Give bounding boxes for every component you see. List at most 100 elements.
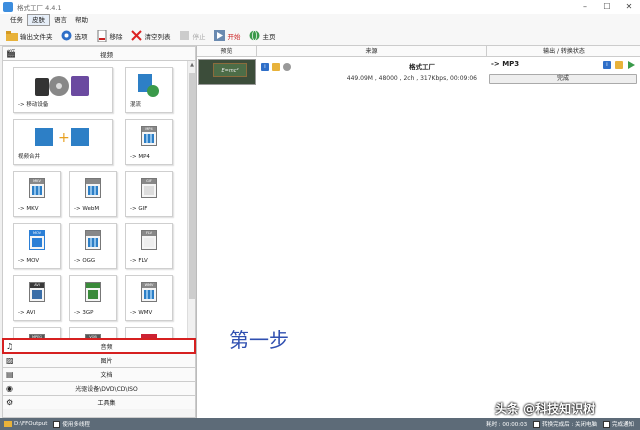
home-label: 主页	[262, 32, 276, 41]
tile-label: -> MP4	[130, 154, 150, 160]
tile-mkv[interactable]: MKV -> MKV	[13, 171, 61, 217]
tile-label: -> WebM	[74, 206, 100, 212]
webm-icon	[85, 178, 101, 198]
after-convert-checkbox[interactable]	[533, 420, 541, 428]
ogg-icon	[85, 230, 101, 250]
play-icon[interactable]	[627, 61, 635, 69]
folder-icon	[4, 421, 12, 427]
sidebar-scrollbar[interactable]: ▲ ▼	[187, 61, 195, 385]
mp4-icon: MP4	[141, 126, 157, 146]
output-path-label: D:\FFOutput	[14, 421, 48, 427]
category-document[interactable]: ▤ 文档	[3, 367, 195, 381]
menu-task[interactable]: 任务	[6, 14, 27, 26]
tile-avi[interactable]: AVI -> AVI	[13, 275, 61, 321]
category-list: ♫ 音频 ▨ 图片 ▤ 文档 ◉ 光驱设备\DVD\CD\ISO ⚙ 工具集	[2, 338, 196, 409]
task-list: 预览 来源 输出 / 转换状态 E=mc² i 格式工厂 449.09M , 4…	[196, 46, 640, 418]
output-folder-button[interactable]: 输出文件夹	[6, 30, 53, 42]
close-button[interactable]: ✕	[618, 0, 640, 14]
tile-mov[interactable]: MOV -> MOV	[13, 223, 61, 269]
mov-icon: MOV	[29, 230, 45, 250]
start-button[interactable]: 开始	[214, 30, 241, 42]
task-row[interactable]: E=mc² i 格式工厂 449.09M , 48000 , 2ch , 317…	[197, 57, 640, 89]
notify-label: 完成通知	[611, 422, 634, 428]
options-label: 选项	[74, 32, 88, 41]
category-audio[interactable]: ♫ 音频	[2, 338, 196, 354]
video-join-icon: +	[35, 126, 91, 148]
tile-wmv[interactable]: WMV -> WMV	[125, 275, 173, 321]
video-icon: 🎬	[6, 49, 16, 58]
category-image-label: 图片	[100, 358, 113, 365]
folder-icon	[6, 30, 18, 42]
category-video-label: 视频	[100, 50, 113, 59]
stop-button[interactable]: 停止	[179, 30, 206, 42]
tile-label: -> 移动设备	[18, 102, 49, 108]
status-bar: D:\FFOutput 使用多线程 耗时 : 00:00:03 转换完成后 : …	[0, 418, 640, 430]
mkv-icon: MKV	[29, 178, 45, 198]
tile-flv[interactable]: FLV -> FLV	[125, 223, 173, 269]
folder-icon[interactable]	[615, 61, 623, 69]
tile-mp4[interactable]: MP4 -> MP4	[125, 119, 173, 165]
tile-label: -> MOV	[18, 258, 40, 264]
after-convert-label: 转换完成后 : 关闭电脑	[542, 422, 597, 428]
tile-video-join[interactable]: + 视频合并	[13, 119, 113, 165]
folder-icon[interactable]	[272, 63, 280, 71]
notify-checkbox[interactable]	[602, 420, 610, 428]
clear-list-button[interactable]: 清空列表	[131, 30, 171, 42]
stop-label: 停止	[192, 32, 206, 41]
category-document-label: 文档	[100, 372, 113, 379]
options-button[interactable]: 选项	[61, 30, 88, 42]
menu-skin[interactable]: 皮肤	[27, 14, 50, 26]
minimize-button[interactable]: –	[574, 0, 596, 14]
title-bar: 格式工厂 4.4.1 – ☐ ✕	[0, 0, 640, 14]
menu-help[interactable]: 帮助	[71, 14, 92, 26]
multithread-checkbox[interactable]	[53, 420, 61, 428]
scroll-thumb[interactable]	[189, 73, 195, 299]
row-source-icons: i	[261, 63, 291, 71]
column-source[interactable]: 来源	[257, 46, 487, 56]
remove-button[interactable]: 移除	[96, 29, 123, 42]
window-controls: – ☐ ✕	[574, 0, 640, 14]
column-output[interactable]: 输出 / 转换状态	[487, 46, 640, 56]
tile-ogg[interactable]: -> OGG	[69, 223, 117, 269]
scroll-up-icon[interactable]: ▲	[188, 61, 196, 69]
tile-3gp[interactable]: -> 3GP	[69, 275, 117, 321]
output-folder-label: 输出文件夹	[20, 32, 53, 41]
tile-label: 混流	[130, 102, 142, 108]
category-tools[interactable]: ⚙ 工具集	[3, 395, 195, 409]
tile-mobile-device[interactable]: -> 移动设备	[13, 67, 113, 113]
multithread-toggle[interactable]: 使用多线程	[53, 420, 90, 428]
category-disc[interactable]: ◉ 光驱设备\DVD\CD\ISO	[3, 381, 195, 395]
conversion-status: 完成	[489, 74, 637, 84]
maximize-button[interactable]: ☐	[596, 0, 618, 14]
output-format: -> MP3	[491, 60, 520, 68]
info-icon[interactable]: i	[261, 63, 269, 71]
globe-icon	[249, 30, 261, 42]
tile-label: -> OGG	[74, 258, 96, 264]
app-icon	[3, 2, 13, 12]
tile-label: -> GIF	[130, 206, 148, 212]
mobile-device-icon	[35, 74, 91, 98]
category-image[interactable]: ▨ 图片	[3, 353, 195, 367]
tile-label: -> FLV	[130, 258, 148, 264]
tile-gif[interactable]: GIF -> GIF	[125, 171, 173, 217]
stop-icon	[179, 30, 191, 42]
gear-icon[interactable]	[283, 63, 291, 71]
home-button[interactable]: 主页	[249, 30, 276, 42]
step-annotation: 第一步	[229, 328, 289, 352]
menu-language[interactable]: 语言	[50, 14, 71, 26]
category-video[interactable]: 🎬 视频	[3, 47, 195, 61]
after-convert-toggle[interactable]: 转换完成后 : 关闭电脑	[533, 420, 597, 428]
notify-toggle[interactable]: 完成通知	[602, 420, 634, 428]
info-icon[interactable]: i	[603, 61, 611, 69]
sidebar: 🎬 视频 -> 移动设备 混流 + 视频合并 MP4 -> MP4 MKV ->…	[2, 46, 196, 418]
category-disc-label: 光驱设备\DVD\CD\ISO	[75, 386, 138, 393]
menu-bar: 任务 皮肤 语言 帮助	[0, 14, 640, 26]
clear-list-icon	[131, 30, 143, 42]
source-name: 格式工厂	[409, 63, 435, 71]
mux-icon	[138, 74, 160, 98]
tile-mux[interactable]: 混流	[125, 67, 173, 113]
column-preview[interactable]: 预览	[197, 46, 257, 56]
tile-label: 视频合并	[18, 154, 41, 160]
output-path[interactable]: D:\FFOutput	[4, 421, 47, 427]
tile-webm[interactable]: -> WebM	[69, 171, 117, 217]
